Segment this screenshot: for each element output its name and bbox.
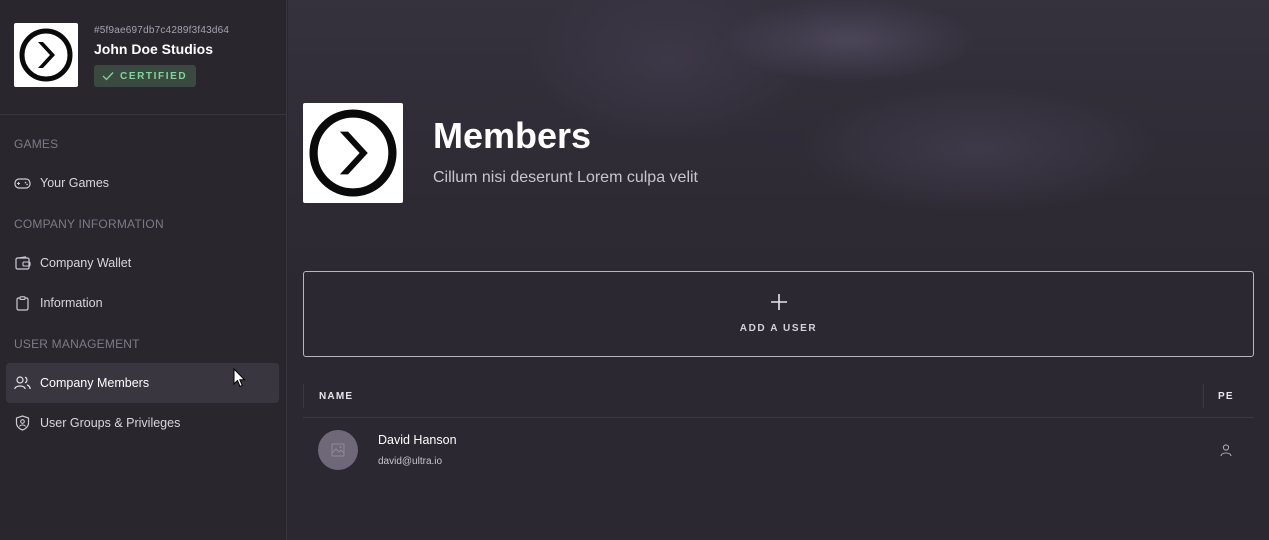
chevron-circle-logo-icon — [309, 109, 397, 197]
chevron-circle-logo-icon — [19, 28, 73, 82]
sidebar-item-your-games[interactable]: Your Games — [6, 163, 279, 203]
members-table-header: NAME PE — [303, 384, 1254, 418]
company-header: #5f9ae697db7c4289f3f43d64 John Doe Studi… — [0, 0, 286, 115]
page-logo — [303, 103, 403, 203]
sidebar-item-label: User Groups & Privileges — [40, 416, 181, 430]
section-title-user-management: USER MANAGEMENT — [14, 337, 140, 351]
gamepad-icon — [14, 175, 31, 192]
mouse-cursor-icon — [233, 368, 246, 388]
column-header-pe[interactable]: PE — [1203, 384, 1254, 408]
sidebar-item-label: Information — [40, 296, 103, 310]
company-logo — [14, 23, 78, 87]
shield-user-icon — [14, 415, 31, 432]
wallet-icon — [14, 255, 31, 272]
clipboard-icon — [14, 295, 31, 312]
add-user-button[interactable]: ADD A USER — [303, 271, 1254, 357]
sidebar-item-label: Company Wallet — [40, 256, 132, 270]
member-email: david@ultra.io — [378, 456, 443, 467]
page-title: Members — [433, 115, 592, 156]
certified-badge: CERTIFIED — [94, 65, 197, 87]
plus-icon — [770, 291, 788, 313]
section-title-games: GAMES — [14, 137, 59, 151]
column-header-name[interactable]: NAME — [303, 384, 353, 408]
check-icon — [102, 72, 114, 81]
sidebar-item-information[interactable]: Information — [6, 283, 279, 323]
avatar — [318, 430, 358, 470]
member-name: David Hanson — [378, 433, 457, 447]
users-icon — [14, 375, 31, 392]
page-subtitle: Cillum nisi deserunt Lorem culpa velit — [433, 169, 698, 186]
company-name: John Doe Studios — [94, 41, 213, 57]
badge-label: CERTIFIED — [120, 70, 188, 82]
table-row[interactable]: David Hanson david@ultra.io — [303, 418, 1254, 482]
sidebar-item-label: Company Members — [40, 376, 150, 390]
main-content: Members Cillum nisi deserunt Lorem culpa… — [288, 0, 1269, 540]
image-placeholder-icon — [331, 443, 345, 457]
sidebar-item-label: Your Games — [40, 176, 110, 190]
sidebar-item-company-wallet[interactable]: Company Wallet — [6, 243, 279, 283]
add-user-label: ADD A USER — [739, 322, 818, 334]
company-id: #5f9ae697db7c4289f3f43d64 — [94, 25, 230, 36]
user-icon[interactable] — [1218, 442, 1234, 458]
sidebar-item-user-groups-privileges[interactable]: User Groups & Privileges — [6, 403, 279, 443]
section-title-company-information: COMPANY INFORMATION — [14, 217, 164, 231]
sidebar: #5f9ae697db7c4289f3f43d64 John Doe Studi… — [0, 0, 287, 540]
